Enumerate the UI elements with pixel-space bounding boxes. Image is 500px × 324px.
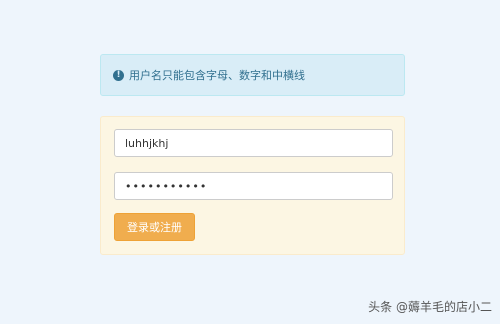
exclamation-circle-icon: ! (113, 69, 124, 81)
login-form-panel: 登录或注册 (100, 116, 405, 255)
alert-message: 用户名只能包含字母、数字和中横线 (129, 69, 305, 82)
password-input[interactable] (114, 172, 393, 200)
login-or-register-button[interactable]: 登录或注册 (114, 213, 195, 241)
validation-alert: ! 用户名只能包含字母、数字和中横线 (100, 54, 405, 96)
username-input[interactable] (114, 129, 393, 157)
watermark: 头条 @薅羊毛的店小二 (368, 300, 492, 314)
